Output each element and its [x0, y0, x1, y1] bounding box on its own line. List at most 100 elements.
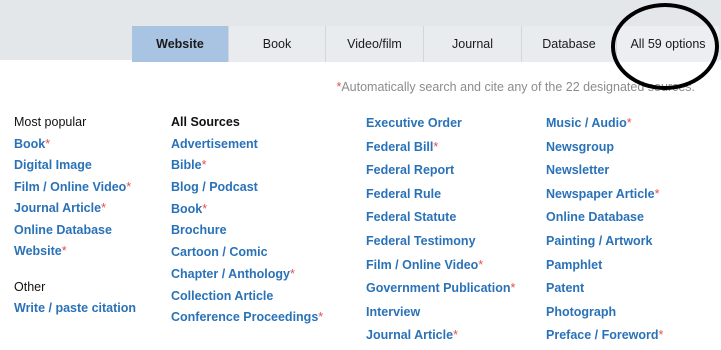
- auto-cite-star: *: [202, 201, 208, 216]
- source-option[interactable]: Government Publication*: [366, 279, 515, 303]
- auto-cite-star: *: [126, 179, 132, 194]
- tab-all-options[interactable]: All 59 options: [617, 26, 719, 62]
- tab-book[interactable]: Book: [229, 26, 326, 62]
- source-option[interactable]: Journal Article*: [366, 326, 515, 350]
- most-popular-list: Book* Digital Image Film / Online Video* Jo…: [14, 135, 136, 264]
- source-option-label[interactable]: Government Publication: [366, 281, 510, 295]
- tab-journal[interactable]: Journal: [424, 26, 522, 62]
- source-option[interactable]: Blog / Podcast: [171, 178, 323, 200]
- source-option-label[interactable]: Federal Testimony: [366, 234, 476, 248]
- source-option-label[interactable]: Executive Order: [366, 116, 462, 130]
- source-option[interactable]: Online Database: [546, 208, 663, 232]
- source-option-label[interactable]: Newsgroup: [546, 140, 614, 154]
- source-option-label[interactable]: Journal Article: [14, 201, 101, 215]
- source-option-label[interactable]: Pamphlet: [546, 258, 602, 272]
- auto-cite-star: *: [658, 328, 664, 343]
- source-option[interactable]: Website*: [14, 242, 136, 264]
- source-option-label[interactable]: Advertisement: [171, 137, 258, 151]
- source-option-label[interactable]: Photograph: [546, 305, 616, 319]
- source-option[interactable]: Digital Image: [14, 156, 136, 178]
- source-option-label[interactable]: Film / Online Video: [14, 180, 126, 194]
- source-option[interactable]: Collection Article: [171, 287, 323, 309]
- source-type-tabs: Website Book Video/film Journal Database…: [132, 26, 719, 62]
- source-option-label[interactable]: Federal Rule: [366, 187, 441, 201]
- source-option[interactable]: Federal Statute: [366, 208, 515, 232]
- source-option[interactable]: Film / Online Video*: [366, 256, 515, 280]
- source-option[interactable]: Pamphlet: [546, 256, 663, 280]
- source-option[interactable]: Patent: [546, 279, 663, 303]
- source-option-label[interactable]: Book: [171, 202, 202, 216]
- source-option[interactable]: Book*: [14, 135, 136, 157]
- all-sources-column-1: All Sources Advertisement Bible* Blog / Po…: [171, 113, 323, 330]
- source-option[interactable]: Journal Article*: [14, 199, 136, 221]
- source-option-label[interactable]: Federal Report: [366, 163, 454, 177]
- source-option-label[interactable]: Cartoon / Comic: [171, 245, 268, 259]
- all-sources-list-3: Music / Audio* Newsgroup Newsletter Newspap…: [546, 114, 663, 350]
- source-option[interactable]: Write / paste citation: [14, 299, 136, 321]
- source-option[interactable]: Conference Proceedings*: [171, 308, 323, 330]
- source-option[interactable]: Newsletter: [546, 161, 663, 185]
- source-option-label[interactable]: Music / Audio: [546, 116, 627, 130]
- source-option[interactable]: Online Database: [14, 221, 136, 243]
- source-option-label[interactable]: Digital Image: [14, 158, 92, 172]
- source-option[interactable]: Brochure: [171, 221, 323, 243]
- source-option-label[interactable]: Preface / Foreword: [546, 328, 659, 342]
- source-option[interactable]: Film / Online Video*: [14, 178, 136, 200]
- tab-website[interactable]: Website: [132, 26, 229, 62]
- source-option[interactable]: Newspaper Article*: [546, 185, 663, 209]
- all-sources-column-2: Executive Order Federal Bill* Federal Repo…: [366, 114, 515, 350]
- source-option-label[interactable]: Chapter / Anthology: [171, 267, 290, 281]
- notice-text: Automatically search and cite any of the…: [341, 80, 695, 94]
- source-option[interactable]: Painting / Artwork: [546, 232, 663, 256]
- auto-cite-star: *: [45, 136, 51, 151]
- source-option[interactable]: Bible*: [171, 156, 323, 178]
- auto-cite-notice: *Automatically search and cite any of th…: [336, 80, 695, 94]
- all-sources-column-3: Music / Audio* Newsgroup Newsletter Newspap…: [546, 114, 663, 350]
- source-option-label[interactable]: Book: [14, 137, 45, 151]
- source-option[interactable]: Photograph: [546, 303, 663, 327]
- all-sources-list-2: Executive Order Federal Bill* Federal Repo…: [366, 114, 515, 350]
- source-option[interactable]: Book*: [171, 200, 323, 222]
- source-option[interactable]: Newsgroup: [546, 138, 663, 162]
- source-option[interactable]: Chapter / Anthology*: [171, 265, 323, 287]
- source-option-label[interactable]: Collection Article: [171, 289, 273, 303]
- source-option-label[interactable]: Blog / Podcast: [171, 180, 258, 194]
- source-option[interactable]: Federal Report: [366, 161, 515, 185]
- source-option[interactable]: Interview: [366, 303, 515, 327]
- other-heading: Other: [14, 279, 46, 294]
- source-option-label[interactable]: Film / Online Video: [366, 258, 478, 272]
- source-option[interactable]: Federal Rule: [366, 185, 515, 209]
- source-option-label[interactable]: Newsletter: [546, 163, 609, 177]
- all-sources-heading: All Sources: [171, 115, 240, 129]
- source-option[interactable]: Executive Order: [366, 114, 515, 138]
- auto-cite-star: *: [510, 281, 516, 296]
- source-option-label[interactable]: Painting / Artwork: [546, 234, 653, 248]
- tab-database[interactable]: Database: [522, 26, 617, 62]
- source-option-label[interactable]: Journal Article: [366, 328, 453, 342]
- source-option[interactable]: Cartoon / Comic: [171, 243, 323, 265]
- source-option-label[interactable]: Federal Statute: [366, 210, 456, 224]
- source-option[interactable]: Federal Testimony: [366, 232, 515, 256]
- source-option[interactable]: Preface / Foreword*: [546, 326, 663, 350]
- auto-cite-star: *: [433, 139, 439, 154]
- source-option-label[interactable]: Online Database: [546, 210, 644, 224]
- source-option-label[interactable]: Website: [14, 244, 62, 258]
- most-popular-heading: Most popular: [14, 115, 87, 129]
- tab-video-film[interactable]: Video/film: [326, 26, 424, 62]
- source-option[interactable]: Music / Audio*: [546, 114, 663, 138]
- source-option-label[interactable]: Bible: [171, 158, 202, 172]
- source-option-label[interactable]: Write / paste citation: [14, 301, 136, 315]
- auto-cite-star: *: [61, 244, 67, 258]
- source-option-label[interactable]: Patent: [546, 281, 584, 295]
- source-option[interactable]: Federal Bill*: [366, 138, 515, 162]
- source-option-label[interactable]: Newspaper Article: [546, 187, 655, 201]
- auto-cite-star: *: [289, 266, 295, 281]
- source-option-label[interactable]: Online Database: [14, 223, 112, 237]
- auto-cite-star: *: [453, 328, 458, 343]
- source-option[interactable]: Advertisement: [171, 135, 323, 157]
- source-option-label[interactable]: Brochure: [171, 223, 227, 237]
- source-option-label[interactable]: Federal Bill: [366, 140, 433, 154]
- source-option-label[interactable]: Interview: [366, 305, 420, 319]
- all-sources-list-1: Advertisement Bible* Blog / Podcast Book* Br…: [171, 135, 323, 330]
- source-option-label[interactable]: Conference Proceedings: [171, 310, 318, 324]
